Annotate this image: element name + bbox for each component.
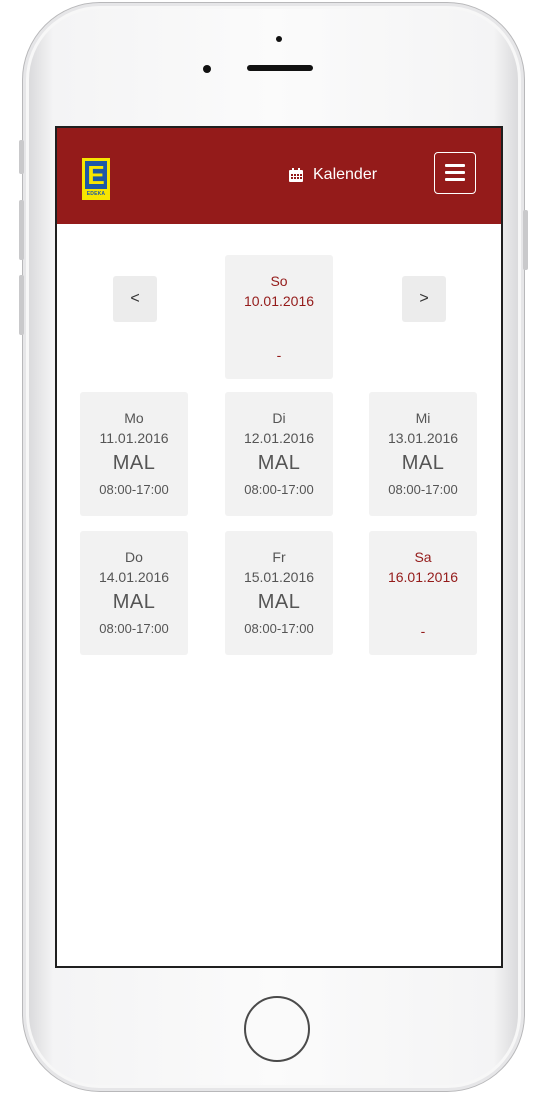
home-button[interactable] xyxy=(244,996,310,1062)
day-cell-do[interactable]: Do 14.01.2016 MAL 08:00-17:00 xyxy=(80,531,188,655)
day-cell-fr[interactable]: Fr 15.01.2016 MAL 08:00-17:00 xyxy=(225,531,333,655)
prev-day-button[interactable]: < xyxy=(113,276,157,322)
day-cell-mo[interactable]: Mo 11.01.2016 MAL 08:00-17:00 xyxy=(80,392,188,516)
day-name: Di xyxy=(272,410,286,426)
day-cell-di[interactable]: Di 12.01.2016 MAL 08:00-17:00 xyxy=(225,392,333,516)
day-date: 16.01.2016 xyxy=(387,569,459,585)
day-name: Sa xyxy=(414,549,432,565)
shift-code: MAL xyxy=(257,452,301,474)
shift-code: MAL xyxy=(401,452,445,474)
earpiece-speaker xyxy=(247,65,313,71)
current-day-cell[interactable]: So 10.01.2016 - xyxy=(225,255,333,379)
day-date: 11.01.2016 xyxy=(99,430,169,446)
power-button xyxy=(523,210,528,270)
front-camera xyxy=(203,65,211,73)
logo-wordmark: EDEKA xyxy=(86,191,106,197)
volume-down-button xyxy=(19,275,24,335)
volume-up-button xyxy=(19,200,24,260)
day-entry: - xyxy=(420,623,426,639)
day-date: 14.01.2016 xyxy=(98,569,170,585)
shift-code: MAL xyxy=(112,452,156,474)
app-screen: E EDEKA Kalender < So 10.01.2016 - > Mo … xyxy=(55,126,503,968)
logo-letter: E xyxy=(85,161,107,189)
day-entry: - xyxy=(276,347,282,363)
mute-switch xyxy=(19,140,24,174)
shift-code: MAL xyxy=(112,591,156,613)
day-cell-mi[interactable]: Mi 13.01.2016 MAL 08:00-17:00 xyxy=(369,392,477,516)
proximity-sensor xyxy=(276,36,282,42)
day-date: 12.01.2016 xyxy=(243,430,315,446)
edeka-logo[interactable]: E EDEKA xyxy=(82,158,110,200)
shift-code: MAL xyxy=(257,591,301,613)
day-name: Fr xyxy=(272,549,286,565)
day-name: Mi xyxy=(415,410,431,426)
day-date: 15.01.2016 xyxy=(243,569,315,585)
day-date: 10.01.2016 xyxy=(243,293,315,309)
page-title-group: Kalender xyxy=(288,165,377,185)
shift-time: 08:00-17:00 xyxy=(244,482,314,497)
calendar-icon xyxy=(289,168,303,182)
hamburger-icon xyxy=(445,164,465,167)
day-date: 13.01.2016 xyxy=(387,430,459,446)
day-name: Do xyxy=(125,549,143,565)
day-name: Mo xyxy=(124,410,144,426)
app-header: E EDEKA Kalender xyxy=(57,128,501,224)
day-cell-sa[interactable]: Sa 16.01.2016 - xyxy=(369,531,477,655)
page-title: Kalender xyxy=(313,166,378,183)
next-day-button[interactable]: > xyxy=(402,276,446,322)
shift-time: 08:00-17:00 xyxy=(244,621,314,636)
shift-time: 08:00-17:00 xyxy=(99,482,169,497)
shift-time: 08:00-17:00 xyxy=(99,621,169,636)
shift-time: 08:00-17:00 xyxy=(388,482,458,497)
day-name: So xyxy=(270,273,288,289)
menu-button[interactable] xyxy=(434,152,476,194)
